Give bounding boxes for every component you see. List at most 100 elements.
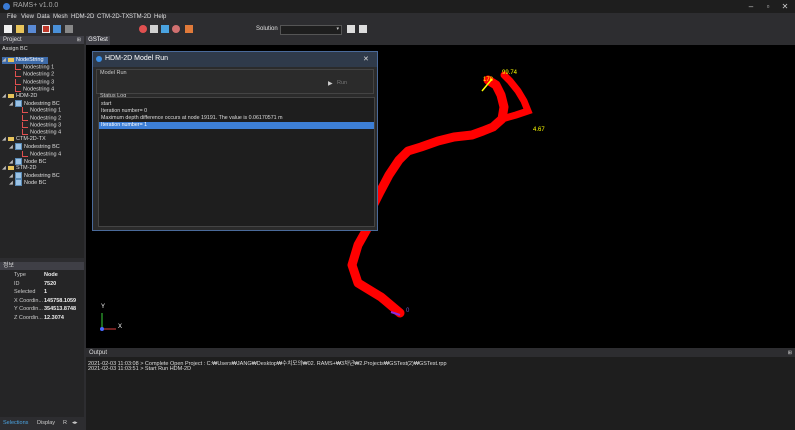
- tree-item[interactable]: ◢ STM-2D: [2, 165, 36, 172]
- label-178: 178: [483, 77, 494, 83]
- documents-icon[interactable]: [359, 25, 367, 33]
- folder-icon: [8, 57, 14, 62]
- tool-red-icon[interactable]: [139, 25, 147, 33]
- folder-icon: [8, 136, 14, 141]
- property-key: ID: [14, 280, 20, 287]
- axis-y-label: Y: [101, 304, 106, 310]
- tool-blue-icon[interactable]: [161, 25, 169, 33]
- property-value: 145758.1059: [44, 297, 77, 304]
- close-icon[interactable]: ✕: [778, 1, 792, 12]
- tree-item-label: Nodestring 4: [30, 151, 62, 158]
- tree-item[interactable]: ◢ Nodestring BC: [9, 143, 60, 151]
- tree-item[interactable]: Nodestring 4: [16, 129, 61, 136]
- save-icon[interactable]: [28, 25, 36, 33]
- tree-item-label: HDM-2D: [16, 93, 38, 99]
- tool-gray-icon[interactable]: [150, 25, 158, 33]
- model-run-dialog: HDM-2D Model Run ✕ Model Run ▶ Run Statu…: [92, 51, 378, 231]
- chevron-down-icon: ▾: [336, 26, 339, 32]
- document-icon[interactable]: [347, 25, 355, 33]
- tree-item[interactable]: ◢ HDM-2D: [2, 93, 37, 100]
- output-panel: Output ⊞ 2021-02-03 11:03:08 > Complete …: [86, 349, 795, 430]
- open-folder-icon[interactable]: [16, 25, 24, 33]
- tree-item[interactable]: ◢ CTM-2D-TX: [2, 136, 46, 143]
- property-row[interactable]: Z Coordin... 12.3074: [6, 314, 68, 322]
- tab-display[interactable]: Display: [37, 420, 55, 426]
- title-bar: RAMS+ v1.0.0 – ▫ ✕: [0, 0, 795, 13]
- pin-icon[interactable]: ⊞: [77, 36, 81, 44]
- tree-item-label: Nodestring 3: [23, 79, 55, 86]
- label-99-74: 99.74: [502, 70, 518, 76]
- tree-item-label: Node BC: [24, 180, 47, 187]
- tree-item-label: Nodestring 2: [23, 71, 55, 78]
- toolbar: Solution ▾: [0, 23, 795, 36]
- menu-view[interactable]: View: [21, 14, 34, 20]
- tree-item[interactable]: ◢ Nodestring BC: [9, 100, 60, 108]
- project-header: Project ⊞: [0, 36, 84, 44]
- menu-mesh[interactable]: Mesh: [53, 14, 68, 20]
- tab-r[interactable]: R: [63, 420, 67, 426]
- new-file-icon[interactable]: [4, 25, 12, 33]
- nodestring-icon: [22, 114, 28, 121]
- table-icon[interactable]: [65, 25, 73, 33]
- chart-icon[interactable]: [185, 25, 193, 33]
- tab-gstest[interactable]: GSTest: [86, 36, 110, 45]
- property-row[interactable]: Selected 1: [6, 288, 68, 296]
- property-row[interactable]: Y Coordin... 354513.8748: [6, 305, 76, 313]
- tree-item[interactable]: ◢ Nodestring BC: [9, 172, 60, 180]
- tree-item[interactable]: Nodestring 3: [16, 121, 61, 129]
- menu-ctm-2d-tx[interactable]: CTM-2D-TX: [97, 14, 129, 20]
- pin-icon[interactable]: ⊞: [788, 349, 792, 357]
- property-row[interactable]: X Coordin... 145758.1059: [6, 297, 76, 305]
- menu-stm-2d[interactable]: STM-2D: [129, 14, 151, 20]
- nodestring-icon: [15, 78, 21, 85]
- property-value: 12.3074: [44, 314, 64, 321]
- tree-item-label: Nodestring 2: [30, 115, 62, 122]
- nodestring-icon: [15, 71, 21, 78]
- properties-panel: 정보 Type Node ID 7520 Selected 1 X Coordin... 14…: [0, 262, 84, 417]
- menu-help[interactable]: Help: [154, 14, 166, 20]
- folder-icon: [8, 165, 14, 170]
- model-run-label: Model Run: [100, 70, 127, 76]
- tree-item[interactable]: Nodestring 1: [16, 107, 61, 114]
- maximize-icon[interactable]: ▫: [761, 1, 775, 12]
- tool-pink-icon[interactable]: [172, 25, 180, 33]
- label-0: 0: [406, 308, 410, 314]
- menu-data[interactable]: Data: [37, 14, 50, 20]
- status-log: start Iteration number= 0 Maximum depth …: [98, 97, 375, 227]
- dialog-close-icon[interactable]: ✕: [363, 55, 369, 63]
- tree-item[interactable]: Nodestring 3: [9, 78, 55, 86]
- tree-item[interactable]: ◢ Node BC: [9, 157, 47, 165]
- tab-scroll-icon[interactable]: ◂▸: [72, 420, 78, 426]
- property-key: Type: [14, 272, 26, 278]
- property-row[interactable]: ID 7520: [6, 280, 68, 288]
- solution-select[interactable]: ▾: [280, 25, 342, 35]
- tree-item[interactable]: Nodestring 2: [9, 71, 54, 78]
- tree-item-label: NodeString: [16, 57, 44, 63]
- nodestring-icon: [15, 85, 21, 92]
- log-line: Maximum depth difference occurs at node …: [101, 115, 283, 121]
- run-button[interactable]: Run: [337, 80, 359, 89]
- tree-item[interactable]: Nodestring 4: [9, 85, 54, 93]
- menu-hdm-2d[interactable]: HDM-2D: [71, 14, 94, 20]
- nodestring-icon: [22, 107, 28, 114]
- tree-item[interactable]: Nodestring 1: [9, 64, 54, 71]
- tree-item-label: Node BC: [24, 158, 47, 165]
- properties-header: 정보: [0, 262, 84, 270]
- stop-icon[interactable]: [42, 25, 50, 33]
- menu-file[interactable]: File: [7, 14, 17, 20]
- log-line-selected[interactable]: Iteration number= 1: [99, 122, 374, 129]
- solution-label: Solution: [256, 26, 278, 32]
- nodestring-icon: [22, 129, 28, 135]
- tree-item[interactable]: Nodestring 2: [16, 114, 62, 122]
- tab-selections[interactable]: Selections: [3, 420, 28, 426]
- assign-bc-label: Assign BC: [2, 46, 28, 52]
- minimize-icon[interactable]: –: [744, 1, 758, 12]
- grid-icon[interactable]: [53, 25, 61, 33]
- tree-item[interactable]: ◢ Node BC: [9, 179, 47, 187]
- property-key: Z Coordin...: [14, 314, 43, 321]
- tree-item[interactable]: ◢ NodeString: [2, 57, 48, 64]
- tree-item[interactable]: Nodestring 4: [16, 150, 62, 158]
- property-value: 7520: [44, 280, 57, 287]
- property-row[interactable]: Type Node: [6, 271, 68, 279]
- output-line: 2021-02-03 11:03:51 > Start Run HDM-2D: [88, 366, 192, 372]
